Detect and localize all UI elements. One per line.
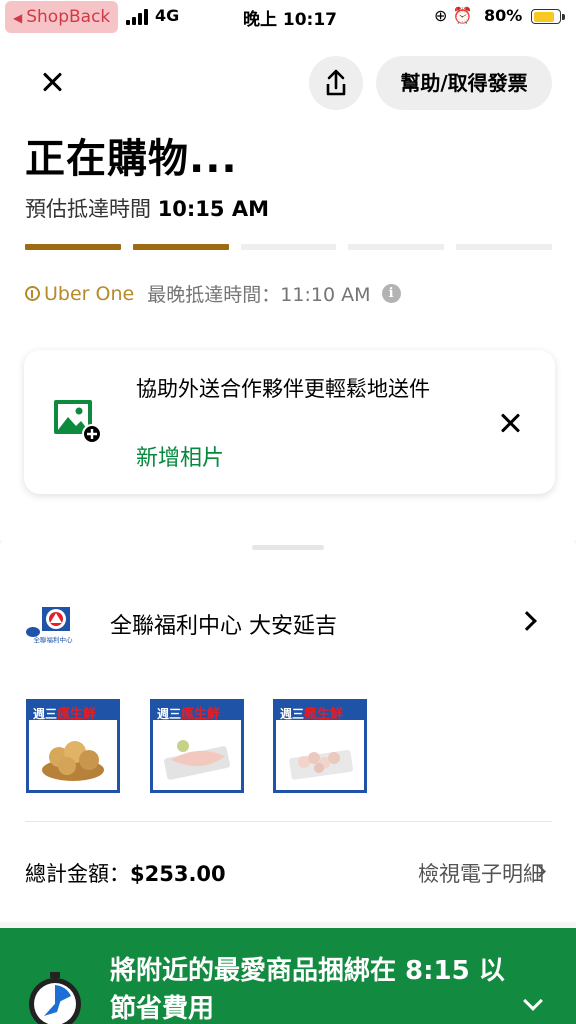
order-total: 總計金額：$253.00 xyxy=(25,858,226,888)
delivery-progress-bar xyxy=(25,244,552,250)
cellular-signal-icon xyxy=(126,9,150,25)
dismiss-card-icon[interactable] xyxy=(498,410,524,436)
bundle-offer-text: 將附近的最愛商品捆綁在 8:15 以節省費用 xyxy=(110,956,505,1024)
total-amount: $253.00 xyxy=(130,862,226,886)
back-triangle-icon: ◀ xyxy=(13,11,23,25)
help-invoice-button[interactable]: 幫助/取得發票 xyxy=(376,56,552,110)
uber-one-icon xyxy=(25,285,40,301)
rotation-lock-alarm-icon: ⊕ ⏰ xyxy=(434,6,473,25)
item-thumbnail[interactable]: 週三瘋生鮮 xyxy=(150,699,244,793)
network-type: 4G xyxy=(155,6,180,25)
add-photo-link[interactable]: 新增相片 xyxy=(136,440,224,472)
battery-icon xyxy=(531,9,565,24)
latest-arrival-text: 最晚抵達時間：11:10 AM xyxy=(147,284,371,306)
item-thumbnail[interactable]: 週三瘋生鮮 xyxy=(26,699,120,793)
progress-segment xyxy=(348,244,445,250)
photo-card-text: 協助外送合作夥伴更輕鬆地送件 xyxy=(136,377,430,401)
uber-one-logo: Uber One xyxy=(25,283,134,305)
progress-segment xyxy=(240,244,337,250)
close-icon[interactable] xyxy=(38,68,68,98)
svg-text:全聯福利中心: 全聯福利中心 xyxy=(34,635,74,644)
bundle-offer-banner[interactable]: 將附近的最愛商品捆綁在 8:15 以節省費用 xyxy=(0,928,576,1024)
add-photo-card: 協助外送合作夥伴更輕鬆地送件 新增相片 xyxy=(24,350,555,494)
share-icon xyxy=(326,69,346,96)
potatoes-image xyxy=(42,741,104,781)
uber-one-brand: Uber One xyxy=(44,282,135,305)
total-label: 總計金額： xyxy=(25,862,130,886)
progress-segment xyxy=(132,244,229,250)
info-icon[interactable]: i xyxy=(381,284,401,303)
page-title: 正在購物... xyxy=(25,136,238,182)
uber-one-row: Uber One 最晚抵達時間：11:10 AM i xyxy=(25,280,401,306)
back-app-label: ShopBack xyxy=(26,7,111,27)
stopwatch-icon xyxy=(29,972,81,1024)
progress-segment xyxy=(25,244,121,250)
progress-segment xyxy=(456,244,552,250)
share-button[interactable] xyxy=(309,56,363,110)
add-photo-icon[interactable] xyxy=(52,398,102,444)
chicken-image xyxy=(289,750,353,780)
item-thumbnail[interactable]: 週三瘋生鮮 xyxy=(273,699,367,793)
chevron-down-icon[interactable] xyxy=(523,991,543,1011)
view-receipt-link[interactable]: 檢視電子明細 xyxy=(418,858,544,888)
battery-percent: 80% xyxy=(484,6,523,25)
divider xyxy=(25,821,552,822)
chevron-right-icon[interactable] xyxy=(517,611,537,631)
eta-row: 預估抵達時間 10:15 AM xyxy=(25,193,269,223)
store-name: 全聯福利中心 大安延吉 xyxy=(110,614,337,639)
status-time: 晚上 10:17 xyxy=(242,10,338,30)
status-bar: ◀ ShopBack 4G 晚上 10:17 ⊕ ⏰ 80% xyxy=(0,0,576,34)
eta-time: 10:15 AM xyxy=(157,197,269,221)
store-logo: 全聯福利中心 xyxy=(26,607,74,644)
eta-label: 預估抵達時間 xyxy=(25,197,151,221)
back-to-app-button[interactable]: ◀ ShopBack xyxy=(5,1,119,33)
order-details-sheet: 全聯福利中心 全聯福利中心 大安延吉 週三瘋生鮮 週三瘋生鮮 週三瘋生鮮 總計金… xyxy=(0,532,576,922)
sheet-drag-handle[interactable] xyxy=(252,545,324,550)
fish-fillet-image xyxy=(163,740,231,780)
